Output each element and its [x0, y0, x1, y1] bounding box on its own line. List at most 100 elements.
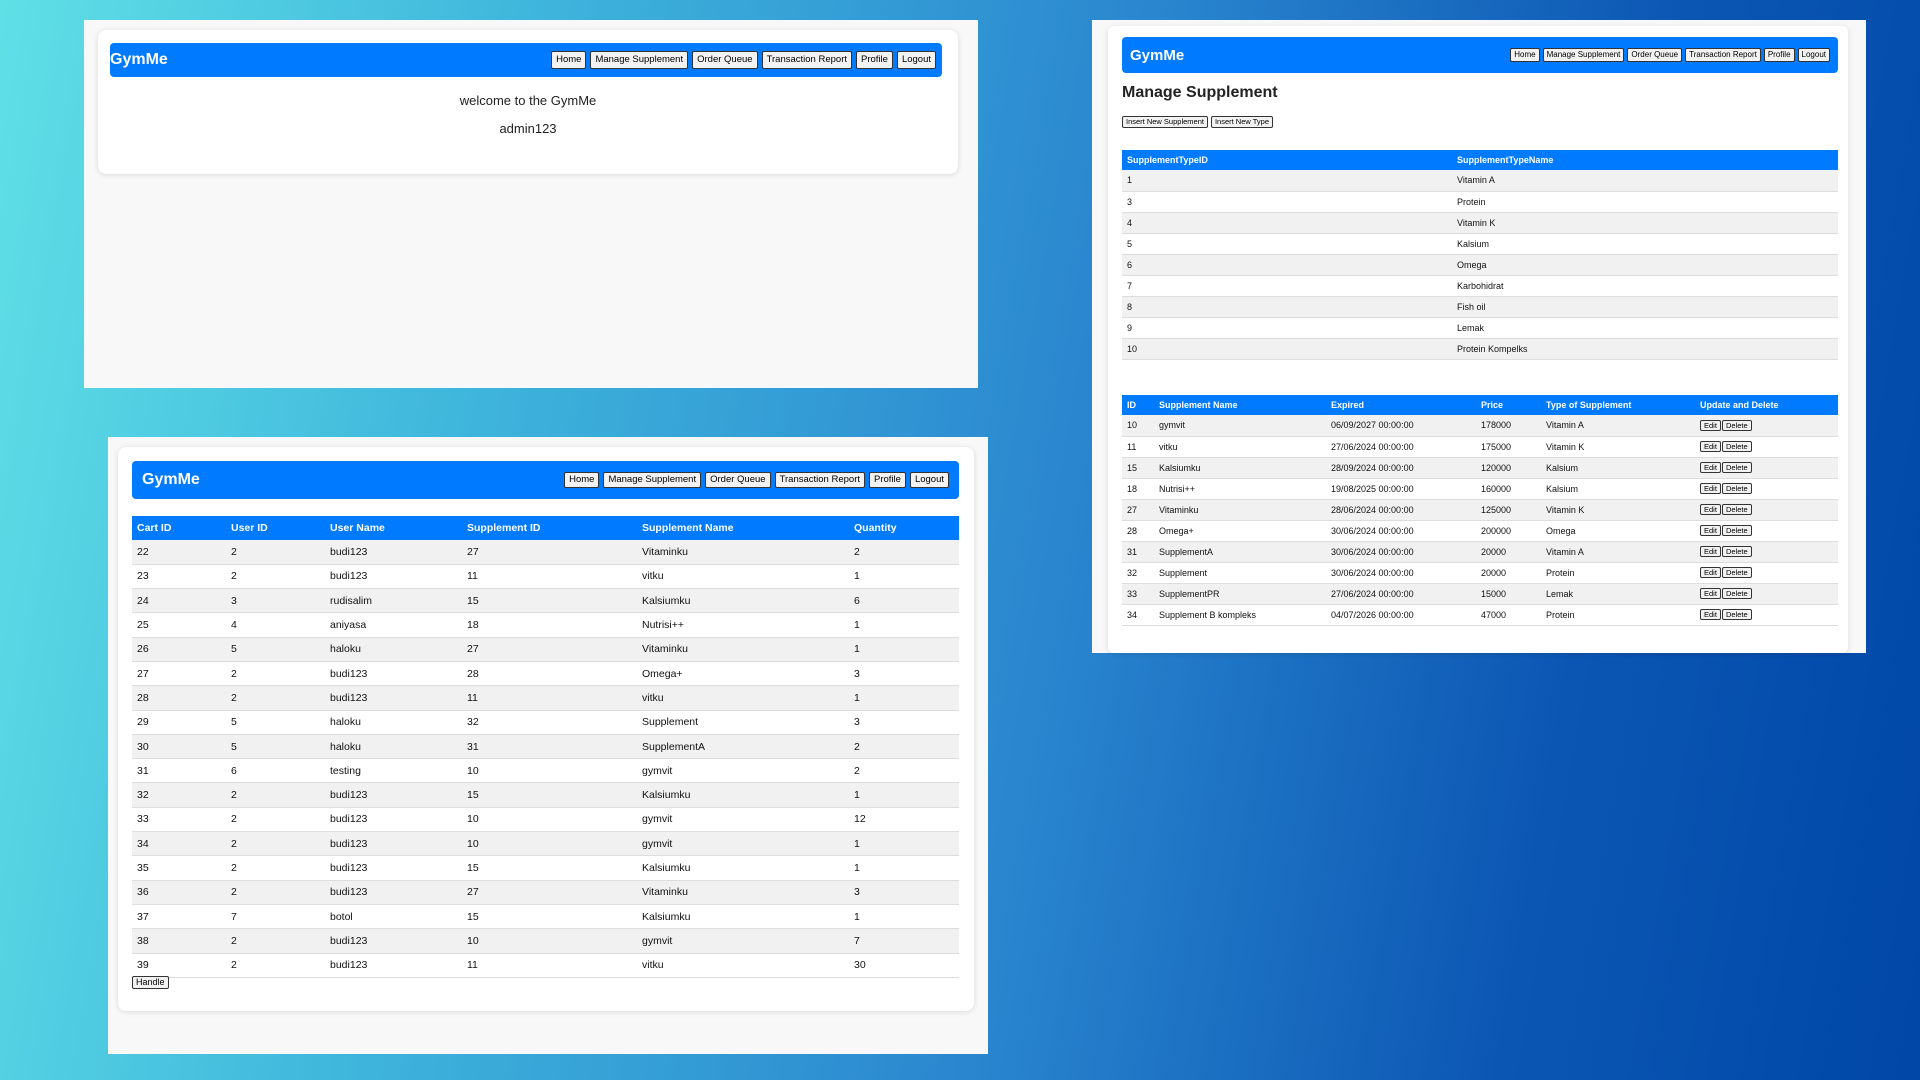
nav-logout-button[interactable]: Logout [909, 472, 949, 488]
table-cell: 2 [226, 685, 325, 711]
edit-button[interactable]: Edit [1700, 461, 1721, 474]
nav-manage-supplement-button[interactable]: Manage Supplement [603, 472, 702, 488]
edit-button[interactable]: Edit [1700, 419, 1721, 431]
table-cell: vitku [637, 953, 849, 978]
table-cell: 3 [1122, 191, 1452, 213]
table-cell: 36 [132, 880, 226, 905]
edit-button[interactable]: Edit [1700, 503, 1721, 516]
table-cell: 1 [849, 831, 959, 857]
table-cell: 11 [462, 685, 637, 711]
nav-home-button[interactable]: Home [1510, 48, 1540, 62]
username-text: admin123 [499, 121, 557, 136]
table-cell: 27/06/2024 00:00:00 [1326, 583, 1476, 605]
delete-button[interactable]: Delete [1721, 503, 1752, 516]
column-header: Quantity [849, 516, 959, 540]
delete-button[interactable]: Delete [1721, 566, 1752, 579]
table-cell: aniyasa [325, 612, 462, 638]
table-cell: gymvit [637, 758, 849, 784]
edit-button[interactable]: Edit [1700, 440, 1721, 453]
table-cell: 160000 [1476, 478, 1541, 500]
delete-button[interactable]: Delete [1721, 482, 1752, 495]
delete-button[interactable]: Delete [1721, 545, 1752, 558]
table-cell: 1 [849, 904, 959, 930]
table-cell: 2 [849, 540, 959, 565]
brand-logo[interactable]: GymMe [142, 471, 200, 489]
table-row: 27 Vitaminku 28/06/2024 00:00:00 125000 Vita… [1122, 499, 1838, 521]
delete-button[interactable]: Delete [1721, 419, 1752, 431]
brand-logo[interactable]: GymMe [1130, 47, 1184, 64]
brand-logo[interactable]: GymMe [110, 51, 168, 69]
table-cell: 15 [1122, 457, 1154, 479]
edit-button[interactable]: Edit [1700, 545, 1721, 558]
nav-transaction-report-button[interactable]: Transaction Report [761, 51, 852, 69]
table-cell: 15 [462, 904, 637, 930]
table-row: 31 SupplementA 30/06/2024 00:00:00 20000 Vit… [1122, 541, 1838, 563]
table-cell: Protein Kompelks [1452, 338, 1838, 360]
supplement-table: ID Supplement Name Expired Price Type of… [1122, 395, 1838, 626]
table-row: 27 2 budi123 28 Omega+ 3 [132, 661, 959, 687]
table-cell: 5 [226, 734, 325, 760]
delete-button[interactable]: Delete [1721, 608, 1752, 621]
table-row: 10 gymvit 06/09/2027 00:00:00 178000 Vitamin… [1122, 415, 1838, 437]
table-header-row: ID Supplement Name Expired Price Type of… [1122, 395, 1838, 415]
table-cell: 28 [132, 685, 226, 711]
table-cell: 34 [132, 831, 226, 857]
column-header: Type of Supplement [1541, 395, 1695, 415]
table-cell: 3 [849, 710, 959, 735]
actions-cell: Edit Delete [1695, 457, 1838, 479]
edit-button[interactable]: Edit [1700, 566, 1721, 579]
table-cell: 31 [462, 734, 637, 760]
edit-button[interactable]: Edit [1700, 587, 1721, 600]
table-cell: 31 [132, 758, 226, 784]
table-cell: 10 [462, 758, 637, 784]
delete-button[interactable]: Delete [1721, 524, 1752, 537]
nav-home-button[interactable]: Home [564, 472, 600, 488]
table-cell: 29 [132, 710, 226, 735]
table-cell: budi123 [325, 928, 462, 954]
table-cell: 120000 [1476, 457, 1541, 479]
table-cell: 10 [1122, 415, 1154, 437]
nav-manage-supplement-button[interactable]: Manage Supplement [590, 51, 689, 69]
edit-button[interactable]: Edit [1700, 482, 1721, 495]
insert-supplement-button[interactable]: Insert New Supplement [1122, 116, 1208, 128]
nav-transaction-report-button[interactable]: Transaction Report [1685, 48, 1761, 62]
nav-transaction-report-button[interactable]: Transaction Report [774, 472, 865, 488]
table-row: 39 2 budi123 11 vitku 30 [132, 953, 959, 978]
table-cell: vitku [637, 564, 849, 590]
nav-home-button[interactable]: Home [551, 51, 587, 69]
insert-type-button[interactable]: Insert New Type [1210, 116, 1274, 128]
nav-profile-button[interactable]: Profile [869, 472, 906, 488]
nav-logout-button[interactable]: Logout [896, 51, 936, 69]
table-row: 36 2 budi123 27 Vitaminku 3 [132, 880, 959, 905]
delete-button[interactable]: Delete [1721, 461, 1752, 474]
column-header: Expired [1326, 395, 1476, 415]
nav-logout-button[interactable]: Logout [1797, 48, 1830, 62]
table-cell: Nutrisi++ [637, 612, 849, 638]
table-cell: 3 [849, 880, 959, 905]
delete-button[interactable]: Delete [1721, 587, 1752, 600]
delete-button[interactable]: Delete [1721, 440, 1752, 453]
nav-order-queue-button[interactable]: Order Queue [1627, 48, 1683, 62]
table-cell: 178000 [1476, 415, 1541, 437]
table-cell: Protein [1541, 604, 1695, 626]
cart-table: Cart ID User ID User Name Supplement ID … [132, 516, 959, 978]
table-cell: budi123 [325, 685, 462, 711]
table-cell: 28 [462, 661, 637, 687]
nav-profile-button[interactable]: Profile [1763, 48, 1795, 62]
table-cell: budi123 [325, 855, 462, 881]
nav-order-queue-button[interactable]: Order Queue [692, 51, 758, 69]
nav-order-queue-button[interactable]: Order Queue [705, 472, 771, 488]
table-cell: 3 [226, 588, 325, 614]
table-cell: budi123 [325, 540, 462, 565]
table-cell: 2 [226, 953, 325, 978]
actions-cell: Edit Delete [1695, 499, 1838, 521]
nav-manage-supplement-button[interactable]: Manage Supplement [1542, 48, 1625, 62]
table-row: 30 5 haloku 31 SupplementA 2 [132, 734, 959, 760]
edit-button[interactable]: Edit [1700, 608, 1721, 621]
table-row: 8 Fish oil [1122, 296, 1838, 318]
nav-profile-button[interactable]: Profile [856, 51, 893, 69]
table-cell: botol [325, 904, 462, 930]
table-cell: budi123 [325, 564, 462, 590]
handle-button[interactable]: Handle [132, 976, 169, 989]
edit-button[interactable]: Edit [1700, 524, 1721, 537]
